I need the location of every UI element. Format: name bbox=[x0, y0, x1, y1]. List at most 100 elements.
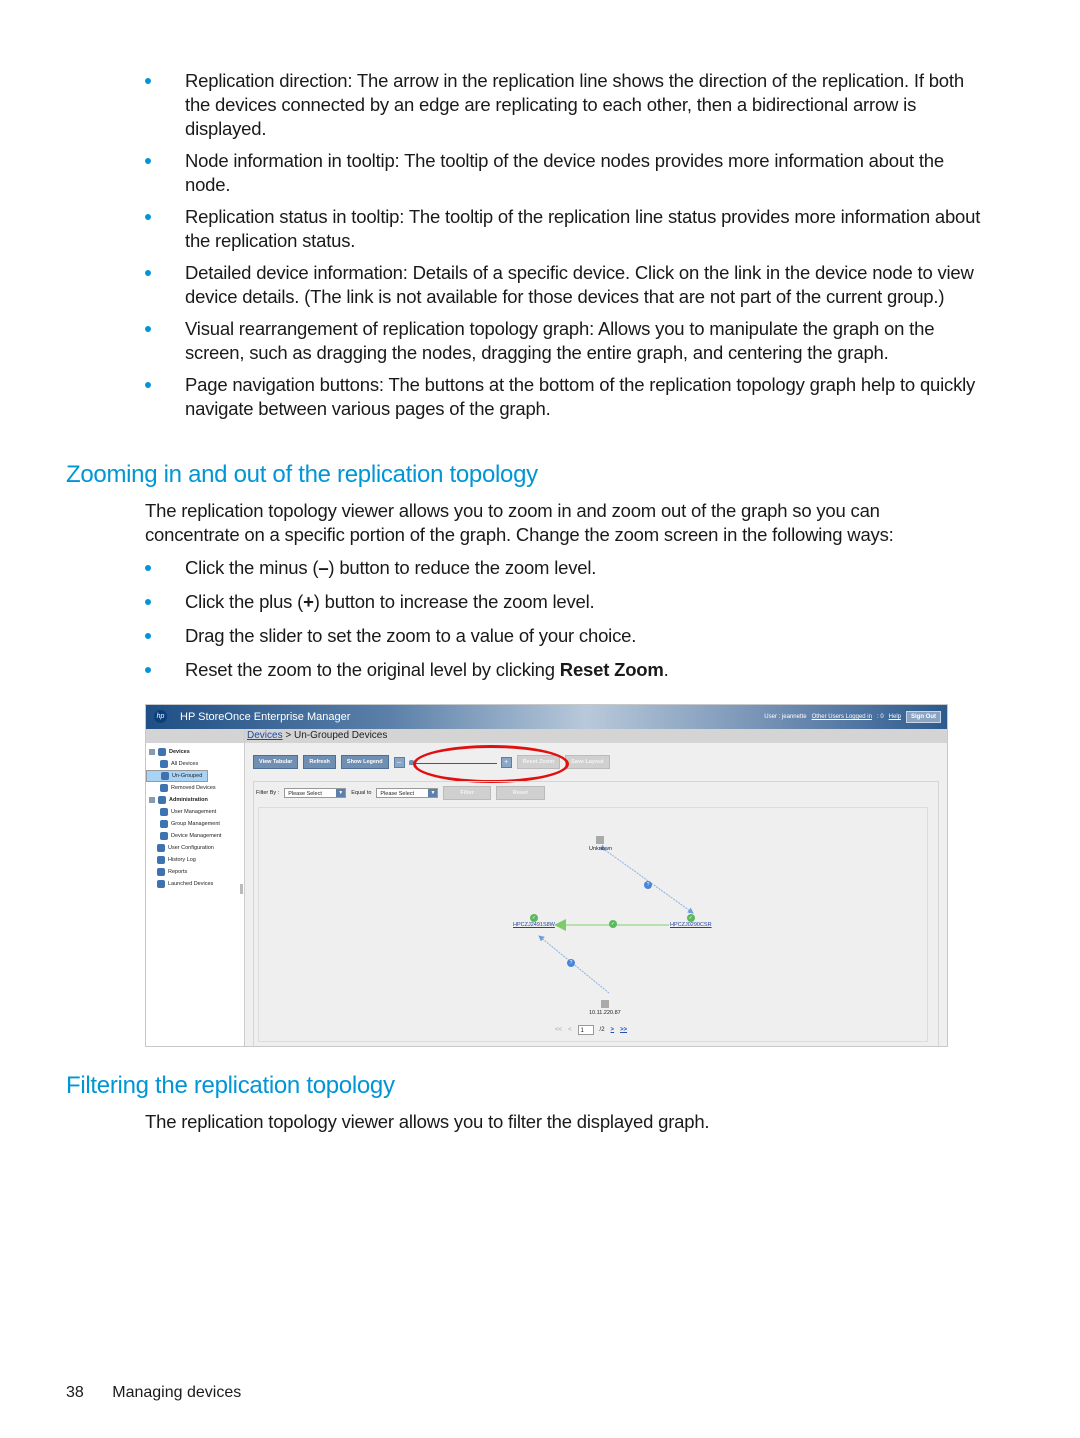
page-number-input[interactable]: 1 bbox=[577, 1025, 594, 1035]
reset-button[interactable]: Reset bbox=[495, 786, 545, 800]
edge-status-unknown-icon[interactable]: ? bbox=[567, 959, 575, 967]
sidebar-item-label: Un-Grouped bbox=[172, 773, 203, 779]
app-titlebar: hp HP StoreOnce Enterprise Manager User … bbox=[146, 705, 947, 729]
hp-logo-icon: hp bbox=[154, 710, 167, 723]
sidebar-item-label: Reports bbox=[168, 869, 188, 875]
filter-by-select[interactable]: Please Select ▼ bbox=[284, 788, 347, 798]
zoom-out-button[interactable]: – bbox=[393, 756, 405, 768]
next-page-button[interactable]: > bbox=[611, 1027, 615, 1033]
refresh-button[interactable]: Refresh bbox=[303, 755, 336, 769]
breadcrumb: Devices > Un-Grouped Devices bbox=[245, 729, 947, 743]
sidebar-item-user-configuration[interactable]: User Configuration bbox=[146, 842, 244, 854]
page-total: /2 bbox=[599, 1027, 605, 1033]
sidebar-header bbox=[146, 729, 244, 743]
sidebar-item-history-log[interactable]: History Log bbox=[146, 854, 244, 866]
filter-section-intro: The replication topology viewer allows y… bbox=[145, 1111, 710, 1132]
sidebar-item-administration[interactable]: Administration bbox=[146, 794, 244, 806]
device-icon bbox=[157, 880, 165, 888]
sidebar-item-group-management[interactable]: Group Management bbox=[146, 818, 244, 830]
last-page-button[interactable]: >> bbox=[620, 1027, 627, 1033]
sidebar-scrollbar[interactable] bbox=[240, 884, 243, 894]
show-legend-button[interactable]: Show Legend bbox=[340, 755, 389, 769]
save-layout-button[interactable]: Save Layout bbox=[565, 755, 610, 769]
unknown-device-icon bbox=[596, 836, 605, 844]
collapse-toggle-icon[interactable] bbox=[149, 797, 155, 803]
device-icon bbox=[160, 760, 168, 768]
graph-node-left[interactable]: ✓ HPCZJ2491S8W bbox=[513, 914, 555, 928]
bullet-dot bbox=[145, 667, 151, 673]
bullet-dot bbox=[145, 270, 151, 276]
collapse-toggle-icon[interactable] bbox=[149, 749, 155, 755]
users-icon bbox=[160, 808, 168, 816]
sidebar-item-label: Administration bbox=[169, 797, 208, 803]
user-bar: User : jeannette Other Users Logged in :… bbox=[764, 711, 941, 723]
bullet-slider: Drag the slider to set the zoom to a val… bbox=[145, 624, 990, 648]
sidebar-item-device-management[interactable]: Device Management bbox=[146, 830, 244, 842]
help-link[interactable]: Help bbox=[889, 714, 901, 720]
filter-button[interactable]: Filter bbox=[443, 786, 491, 800]
sidebar-item-user-management[interactable]: User Management bbox=[146, 806, 244, 818]
bullet-dot bbox=[145, 326, 151, 332]
sidebar-item-all-devices[interactable]: All Devices bbox=[146, 758, 244, 770]
bullet-status-tooltip: Replication status in tooltip: The toolt… bbox=[145, 205, 990, 253]
view-tabular-button[interactable]: View Tabular bbox=[253, 755, 299, 769]
sidebar: Devices All Devices Un-Grouped Removed Devi… bbox=[146, 729, 245, 1046]
device-icon bbox=[160, 784, 168, 792]
sidebar-item-launched-devices[interactable]: Launched Devices bbox=[146, 878, 244, 890]
prev-page-button[interactable]: < bbox=[568, 1027, 572, 1033]
sidebar-item-devices[interactable]: Devices bbox=[146, 746, 244, 758]
chevron-down-icon: ▼ bbox=[336, 789, 346, 797]
app-title: HP StoreOnce Enterprise Manager bbox=[180, 711, 351, 723]
sidebar-item-reports[interactable]: Reports bbox=[146, 866, 244, 878]
sidebar-item-label: Removed Devices bbox=[171, 785, 216, 791]
graph-node-right[interactable]: ✓ HPCZJ0290CSR bbox=[670, 914, 712, 928]
sidebar-item-label: Devices bbox=[169, 749, 190, 755]
sidebar-item-label: Group Management bbox=[171, 821, 220, 827]
intro-bullet-list: Replication direction: The arrow in the … bbox=[145, 69, 990, 429]
sidebar-item-un-grouped[interactable]: Un-Grouped bbox=[146, 770, 208, 782]
zoom-section-heading: Zooming in and out of the replication to… bbox=[66, 461, 538, 488]
sidebar-item-label: All Devices bbox=[171, 761, 199, 767]
bullet-node-tooltip: Node information in tooltip: The tooltip… bbox=[145, 149, 990, 197]
user-label: User : jeannette bbox=[764, 714, 807, 720]
other-users-link[interactable]: Other Users Logged in bbox=[812, 714, 872, 720]
page-footer: 38 Managing devices bbox=[66, 1384, 241, 1402]
footer-section-title: Managing devices bbox=[112, 1384, 242, 1401]
zoom-section-intro: The replication topology viewer allows y… bbox=[145, 500, 894, 545]
equal-to-select[interactable]: Please Select ▼ bbox=[376, 788, 439, 798]
equal-to-label: Equal to bbox=[351, 790, 372, 796]
devices-icon bbox=[158, 748, 166, 756]
zoom-bullet-list: Click the minus (–) button to reduce the… bbox=[145, 556, 990, 692]
report-icon bbox=[157, 868, 165, 876]
breadcrumb-separator: > bbox=[285, 730, 292, 741]
status-ok-icon: ✓ bbox=[529, 914, 538, 922]
sidebar-item-label: Device Management bbox=[171, 833, 222, 839]
bullet-plus: Click the plus (+) button to increase th… bbox=[145, 590, 990, 614]
admin-icon bbox=[158, 796, 166, 804]
embedded-ui-screenshot: hp HP StoreOnce Enterprise Manager User … bbox=[145, 704, 948, 1047]
sign-out-button[interactable]: Sign Out bbox=[906, 711, 941, 723]
main-panel: Devices > Un-Grouped Devices View Tabula… bbox=[245, 729, 947, 1046]
sidebar-item-label: Launched Devices bbox=[168, 881, 214, 887]
graph-pager: << < 1 /2 > >> bbox=[555, 1025, 627, 1035]
first-page-button[interactable]: << bbox=[555, 1027, 562, 1033]
other-users-count: : 0 bbox=[876, 714, 884, 720]
graph-node-unknown[interactable]: Unknown bbox=[589, 836, 612, 852]
bullet-reset-zoom: Reset the zoom to the original level by … bbox=[145, 658, 990, 682]
breadcrumb-devices-link[interactable]: Devices bbox=[247, 730, 283, 741]
graph-node-ip[interactable]: 10.11.220.87 bbox=[589, 1000, 621, 1016]
sidebar-item-label: User Management bbox=[171, 809, 217, 815]
sidebar-item-removed-devices[interactable]: Removed Devices bbox=[146, 782, 244, 794]
edge-status-unknown-icon[interactable]: ? bbox=[644, 881, 652, 889]
bullet-dot bbox=[145, 599, 151, 605]
filter-by-label: Filter By : bbox=[256, 790, 280, 796]
sidebar-tree: Devices All Devices Un-Grouped Removed Devi… bbox=[146, 743, 244, 890]
bullet-replication-direction: Replication direction: The arrow in the … bbox=[145, 69, 990, 141]
topology-canvas[interactable]: Unknown ✓ HPCZJ2491S8W ✓ HPCZJ0290CSR 10.1… bbox=[258, 807, 928, 1042]
bullet-device-info: Detailed device information: Details of … bbox=[145, 261, 990, 309]
sidebar-item-label: User Configuration bbox=[168, 845, 214, 851]
device-icon bbox=[160, 820, 168, 828]
bullet-page-navigation: Page navigation buttons: The buttons at … bbox=[145, 373, 990, 421]
edge-status-ok-icon[interactable]: ✓ bbox=[609, 920, 617, 928]
page-number: 38 bbox=[66, 1384, 84, 1401]
